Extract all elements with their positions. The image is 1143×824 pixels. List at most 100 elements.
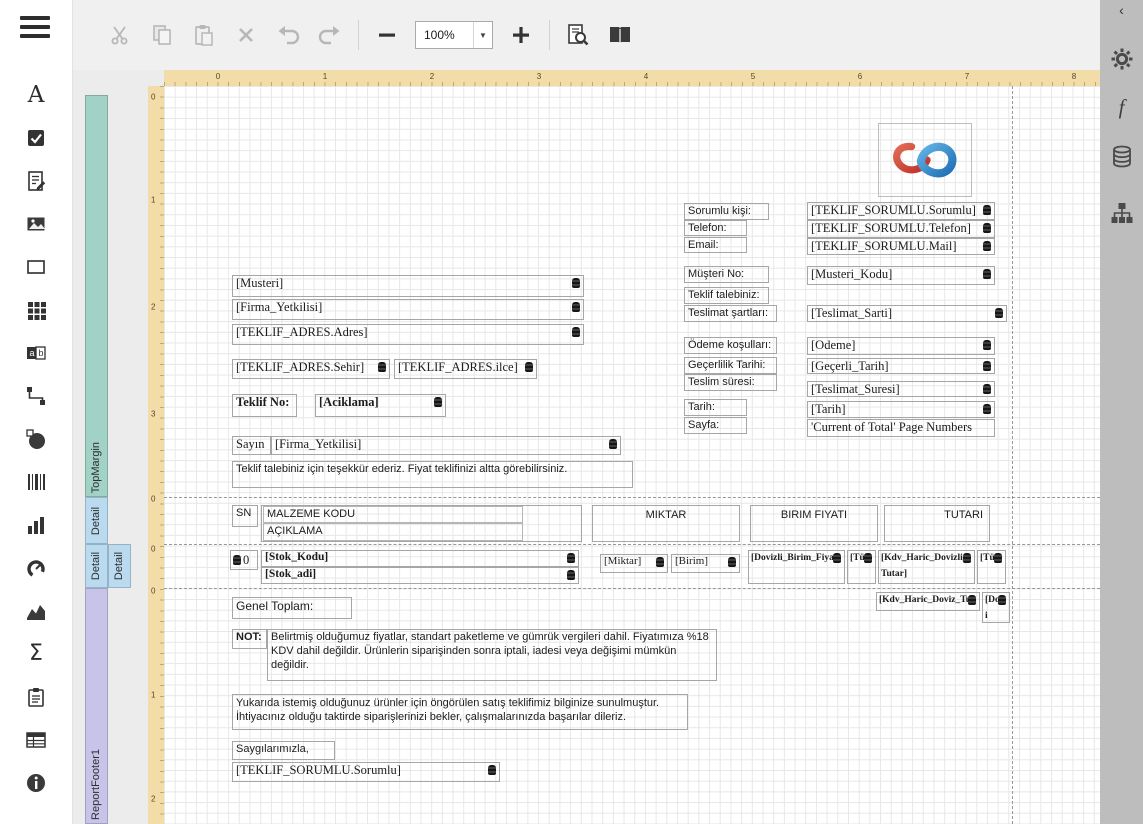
field-adres-ilce[interactable]: [TEKLIF_ADRES.ilce]	[394, 359, 537, 379]
header-miktar[interactable]: MIKTAR	[592, 505, 740, 542]
field-aciklama[interactable]: [Aciklama]	[315, 394, 446, 417]
label-teslim-suresi[interactable]: Teslim süresi:	[684, 374, 777, 391]
label-teslimat-sartlari[interactable]: Teslimat şartları:	[684, 305, 777, 322]
zoom-level-select[interactable]: 100% ▼	[415, 21, 493, 49]
datasource-icon	[963, 553, 971, 563]
report-info-button[interactable]	[23, 772, 49, 794]
label-not[interactable]: NOT:	[232, 629, 267, 649]
page-setup-button[interactable]	[606, 21, 634, 49]
design-canvas[interactable]: 0 1 2 3 4 5 6 7 8 0 1 2 3 0 0 0 1 2 TopM…	[72, 70, 1100, 824]
field-dovi-total[interactable]: [Dovi	[982, 592, 1010, 623]
properties-panel-button[interactable]	[1100, 44, 1143, 74]
field-teslimat-sarti[interactable]: [Teslimat_Sarti]	[807, 305, 1007, 322]
label-musteri-no[interactable]: Müşteri No:	[684, 266, 769, 283]
math-formula-button[interactable]: Σ	[23, 643, 49, 665]
band-strip-detail-1[interactable]: Detail	[85, 497, 108, 544]
field-miktar[interactable]: [Miktar]	[600, 554, 668, 573]
image-component-button[interactable]	[23, 213, 49, 235]
delete-button[interactable]	[232, 21, 260, 49]
field-teslimat-suresi[interactable]: [Teslimat_Suresi]	[807, 381, 995, 397]
field-sayin-firma-yetkilisi[interactable]: [Firma_Yetkilisi]	[271, 436, 621, 455]
functions-panel-button[interactable]: f	[1100, 92, 1143, 122]
zoom-out-button[interactable]	[373, 21, 401, 49]
text-component-button[interactable]: A	[23, 84, 49, 106]
label-sayfa[interactable]: Sayfa:	[684, 417, 747, 434]
label-teklif-no[interactable]: Teklif No:	[232, 394, 297, 417]
data-grid-component-button[interactable]	[23, 729, 49, 751]
copy-button[interactable]	[148, 21, 176, 49]
field-teklif-sorumlu-sorumlu[interactable]: [TEKLIF_SORUMLU.Sorumlu]	[807, 202, 995, 220]
text-tesekkur[interactable]: Teklif talebiniz için teşekkür ederiz. F…	[232, 461, 633, 488]
field-odeme[interactable]: [Odeme]	[807, 337, 995, 355]
dictionary-panel-button[interactable]	[1100, 142, 1143, 172]
field-firma-yetkilisi[interactable]: [Firma_Yetkilisi]	[232, 299, 584, 320]
label-teklif-talebiniz[interactable]: Teklif talebiniz:	[684, 287, 769, 304]
connector-component-button[interactable]	[23, 385, 49, 407]
field-teklif-sorumlu-telefon[interactable]: [TEKLIF_SORUMLU.Telefon]	[807, 220, 995, 238]
label-odeme-kosullari[interactable]: Ödeme koşulları:	[684, 337, 777, 354]
field-teklif-adres[interactable]: [TEKLIF_ADRES.Adres]	[232, 324, 584, 345]
sparkline-component-button[interactable]	[23, 600, 49, 622]
field-page-numbers[interactable]: 'Current of Total' Page Numbers	[807, 419, 995, 437]
label-tarih[interactable]: Tarih:	[684, 399, 747, 416]
gauge-component-button[interactable]	[23, 557, 49, 579]
chart-component-button[interactable]	[23, 514, 49, 536]
barcode-component-button[interactable]	[23, 471, 49, 493]
band-strip-reportfooter[interactable]: ReportFooter1	[85, 588, 108, 824]
field-tutar-1[interactable]: [Tü	[847, 550, 876, 584]
report-page[interactable]: Sorumlu kişi: Telefon: Email: [TEKLIF_SO…	[164, 86, 1100, 824]
header-birim-fiyati[interactable]: BIRIM FIYATI	[750, 505, 878, 542]
text-closing[interactable]: Yukarıda istemiş olduğunuz ürünler için …	[232, 694, 688, 730]
label-telefon[interactable]: Telefon:	[684, 220, 747, 236]
field-footer-sorumlu[interactable]: [TEKLIF_SORUMLU.Sorumlu]	[232, 762, 500, 782]
hruler-tick: 2	[430, 72, 434, 81]
clone-component-button[interactable]	[23, 686, 49, 708]
text-saygilar[interactable]: Saygılarımızla,	[232, 741, 335, 760]
band-strip-detail-2[interactable]: Detail	[85, 544, 108, 588]
label-sayin[interactable]: Sayın	[232, 436, 271, 455]
field-tutar-2[interactable]: [Tü	[977, 550, 1006, 584]
field-kdv-haric-dovizli-tutar[interactable]: [Kdv_Haric_Dovizli_Tutar]	[878, 550, 975, 584]
field-tarih[interactable]: [Tarih]	[807, 401, 995, 418]
undo-button[interactable]	[274, 21, 302, 49]
shape-component-button[interactable]	[23, 428, 49, 450]
field-stok-kodu[interactable]: [Stok_Kodu]	[261, 550, 579, 567]
detail-row-index[interactable]: 0	[230, 550, 258, 570]
checkbox-component-button[interactable]	[23, 127, 49, 149]
field-kdv-haric-doviz-tutar-total[interactable]: [Kdv_Haric_Doviz_Tutar]	[876, 592, 980, 611]
richtext-component-button[interactable]	[23, 170, 49, 192]
band-strip-topmargin[interactable]: TopMargin	[85, 95, 108, 497]
text-not[interactable]: Belirtmiş olduğumuz fiyatlar, standart p…	[267, 629, 717, 681]
panel-component-button[interactable]	[23, 256, 49, 278]
header-malzeme-kodu[interactable]: MALZEME KODU	[263, 506, 523, 523]
header-tutari[interactable]: TUTARI	[884, 505, 990, 542]
label-gecerlilik-tarihi[interactable]: Geçerlilik Tarihi:	[684, 357, 777, 374]
label-sorumlu-kisi[interactable]: Sorumlu kişi:	[684, 203, 769, 220]
clipboard-icon	[25, 686, 47, 708]
datasource-icon	[434, 397, 442, 407]
report-tree-panel-button[interactable]	[1100, 198, 1143, 228]
field-adres-sehir[interactable]: [TEKLIF_ADRES.Sehir]	[232, 359, 390, 379]
table-component-button[interactable]	[23, 299, 49, 321]
main-menu-button[interactable]	[20, 16, 50, 40]
preview-button[interactable]	[564, 21, 592, 49]
band-strip-detail-2-inner[interactable]: Detail	[108, 544, 131, 588]
field-musteri-kodu[interactable]: [Musteri_Kodu]	[807, 266, 995, 285]
label-email[interactable]: Email:	[684, 237, 747, 253]
field-dovizli-birim-fiyat[interactable]: [Dovizli_Birim_Fiyat]	[748, 550, 845, 584]
collapse-panel-button[interactable]: ‹	[1100, 2, 1143, 18]
text-in-cells-button[interactable]: ab	[23, 342, 49, 364]
redo-button[interactable]	[316, 21, 344, 49]
paste-button[interactable]	[190, 21, 218, 49]
field-gecerli-tarih[interactable]: [Geçerli_Tarih]	[807, 358, 995, 374]
field-musteri[interactable]: [Musteri]	[232, 275, 584, 297]
field-birim[interactable]: [Birim]	[671, 554, 740, 573]
header-aciklama[interactable]: AÇIKLAMA	[263, 523, 523, 541]
field-teklif-sorumlu-mail[interactable]: [TEKLIF_SORUMLU.Mail]	[807, 238, 995, 255]
header-sn[interactable]: SN	[232, 505, 258, 527]
label-genel-toplam[interactable]: Genel Toplam:	[232, 597, 352, 619]
cut-button[interactable]	[106, 21, 134, 49]
zoom-in-button[interactable]	[507, 21, 535, 49]
logo-image[interactable]	[878, 123, 972, 197]
field-stok-adi[interactable]: [Stok_adi]	[261, 567, 579, 584]
